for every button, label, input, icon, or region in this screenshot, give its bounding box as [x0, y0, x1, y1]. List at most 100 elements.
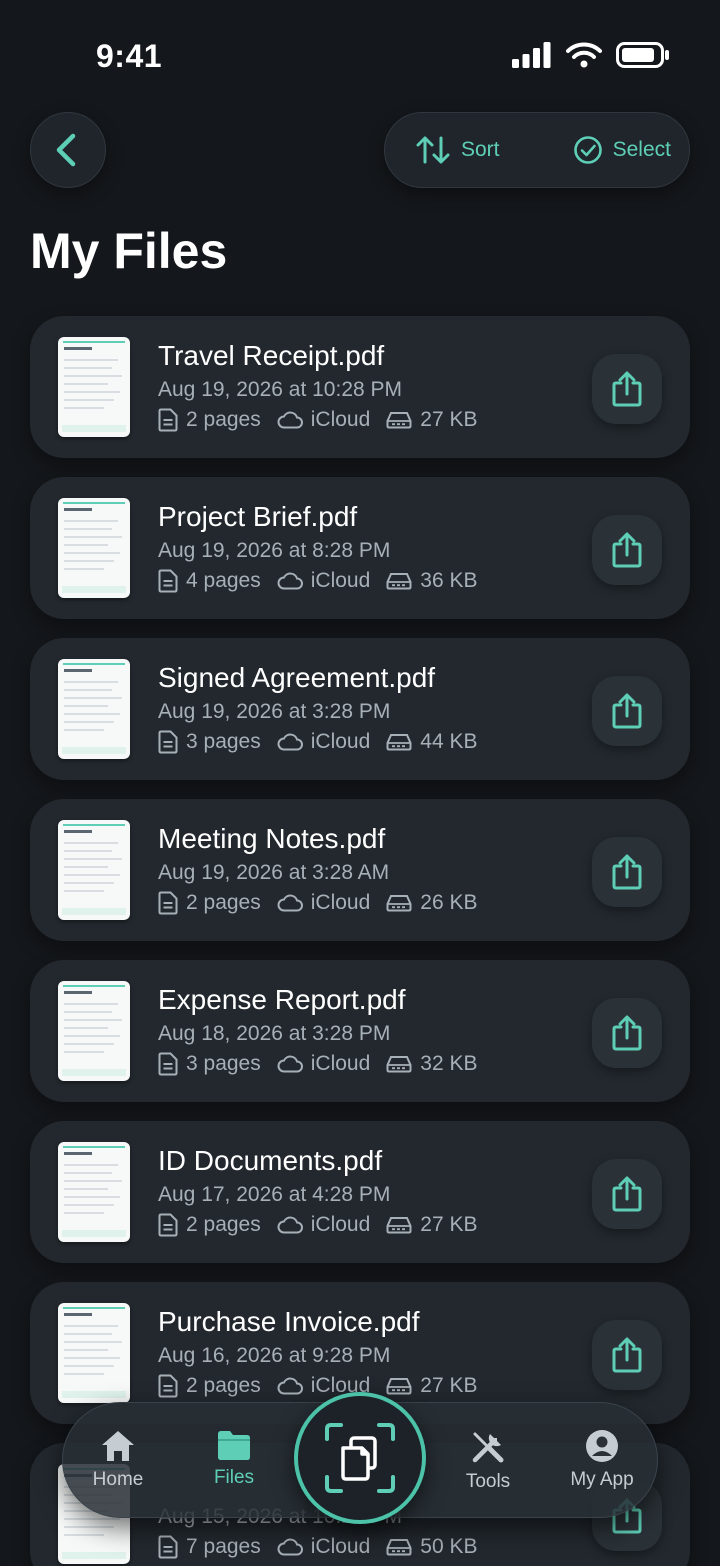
status-bar: 9:41: [0, 0, 720, 110]
thumbnail-line: [64, 858, 122, 860]
file-card[interactable]: ID Documents.pdf Aug 17, 2026 at 4:28 PM…: [30, 1121, 690, 1263]
share-button[interactable]: [592, 1320, 662, 1390]
share-button[interactable]: [592, 837, 662, 907]
page-count-label: 7 pages: [186, 1535, 261, 1558]
file-thumbnail: [58, 1303, 130, 1403]
nav-tools[interactable]: Tools: [433, 1429, 543, 1493]
file-date: Aug 18, 2026 at 3:28 PM: [158, 1022, 391, 1045]
file-meta: 3 pages iCloud 44 KB: [158, 730, 494, 754]
wifi-icon: [566, 42, 602, 68]
nav-files[interactable]: Files: [179, 1429, 289, 1489]
cloud-icon: [277, 1055, 303, 1073]
thumbnail-accent-bar: [63, 824, 125, 826]
thumbnail-line: [64, 1333, 112, 1335]
thumbnail-footer: [62, 1230, 126, 1237]
storage-drive-icon: [386, 1056, 412, 1073]
signal-icon: [512, 42, 551, 68]
share-button[interactable]: [592, 676, 662, 746]
back-button[interactable]: [30, 112, 106, 188]
share-icon: [612, 532, 642, 568]
home-icon: [102, 1431, 134, 1461]
thumbnail-line: [64, 1051, 104, 1053]
thumbnail-line: [64, 1027, 108, 1029]
page-count: 3 pages: [158, 730, 261, 754]
storage-location: iCloud: [277, 1052, 370, 1076]
page-count: 2 pages: [158, 408, 261, 432]
sort-label: Sort: [461, 138, 500, 161]
cloud-icon: [277, 1216, 303, 1234]
thumbnail-line: [64, 850, 112, 852]
select-button[interactable]: Select: [573, 135, 671, 165]
thumbnail-line: [64, 1204, 114, 1206]
storage-drive-icon: [386, 573, 412, 590]
file-date: Aug 19, 2026 at 10:28 PM: [158, 378, 403, 401]
file-card[interactable]: Signed Agreement.pdf Aug 19, 2026 at 3:2…: [30, 638, 690, 780]
share-icon: [612, 693, 642, 729]
file-name: Travel Receipt.pdf: [158, 340, 385, 371]
storage-location: iCloud: [277, 1213, 370, 1237]
share-button[interactable]: [592, 998, 662, 1068]
thumbnail-footer: [62, 908, 126, 915]
thumbnail-line: [64, 399, 114, 401]
thumbnail-footer: [62, 586, 126, 593]
nav-my-app[interactable]: My App: [547, 1429, 657, 1491]
file-meta: 2 pages iCloud 27 KB: [158, 1374, 494, 1398]
file-card[interactable]: Expense Report.pdf Aug 18, 2026 at 3:28 …: [30, 960, 690, 1102]
file-meta: 7 pages iCloud 50 KB: [158, 1535, 494, 1559]
file-date: Aug 17, 2026 at 4:28 PM: [158, 1183, 391, 1206]
thumbnail-title-line: [64, 1313, 92, 1316]
file-meta: 2 pages iCloud 26 KB: [158, 891, 494, 915]
document-icon: [158, 1535, 178, 1559]
file-name: Signed Agreement.pdf: [158, 662, 436, 693]
share-button[interactable]: [592, 354, 662, 424]
thumbnail-line: [64, 729, 104, 731]
page-count: 2 pages: [158, 891, 261, 915]
share-icon: [612, 371, 642, 407]
sort-button[interactable]: Sort: [415, 134, 500, 166]
storage-location: iCloud: [277, 1535, 370, 1559]
storage-label: iCloud: [310, 408, 371, 431]
file-thumbnail: [58, 981, 130, 1081]
page-count: 7 pages: [158, 1535, 261, 1559]
storage-label: iCloud: [310, 730, 371, 753]
nav-home[interactable]: Home: [63, 1429, 173, 1491]
thumbnail-footer: [62, 1069, 126, 1076]
thumbnail-line: [64, 882, 114, 884]
file-card[interactable]: Travel Receipt.pdf Aug 19, 2026 at 10:28…: [30, 316, 690, 458]
file-meta: 2 pages iCloud 27 KB: [158, 1213, 494, 1237]
file-card[interactable]: Meeting Notes.pdf Aug 19, 2026 at 3:28 A…: [30, 799, 690, 941]
page-count-label: 2 pages: [186, 1213, 261, 1236]
cloud-icon: [277, 1377, 303, 1395]
thumbnail-footer: [62, 747, 126, 754]
document-icon: [158, 408, 178, 432]
file-list: Travel Receipt.pdf Aug 19, 2026 at 10:28…: [30, 316, 690, 1566]
thumbnail-line: [64, 1518, 120, 1520]
scan-button[interactable]: [294, 1392, 426, 1524]
file-size: 36 KB: [386, 569, 478, 593]
thumbnail-line: [64, 890, 104, 892]
file-size-label: 32 KB: [420, 1052, 478, 1075]
file-size-label: 27 KB: [420, 408, 478, 431]
file-size: 44 KB: [386, 730, 478, 754]
status-time: 9:41: [96, 38, 163, 74]
thumbnail-line: [64, 1035, 120, 1037]
thumbnail-line: [64, 367, 112, 369]
share-button[interactable]: [592, 515, 662, 585]
page-count: 3 pages: [158, 1052, 261, 1076]
thumbnail-title-line: [64, 669, 92, 672]
cloud-icon: [277, 572, 303, 590]
file-card[interactable]: Project Brief.pdf Aug 19, 2026 at 8:28 P…: [30, 477, 690, 619]
file-date: Aug 19, 2026 at 3:28 PM: [158, 700, 391, 723]
file-size: 26 KB: [386, 891, 478, 915]
thumbnail-line: [64, 1357, 120, 1359]
file-meta: 2 pages iCloud 27 KB: [158, 408, 494, 432]
storage-drive-icon: [386, 895, 412, 912]
thumbnail-line: [64, 681, 118, 683]
thumbnail-line: [64, 1325, 118, 1327]
thumbnail-line: [64, 1526, 114, 1528]
storage-drive-icon: [386, 1217, 412, 1234]
storage-label: iCloud: [310, 891, 371, 914]
share-button[interactable]: [592, 1159, 662, 1229]
thumbnail-line: [64, 1164, 118, 1166]
thumbnail-line: [64, 1011, 112, 1013]
